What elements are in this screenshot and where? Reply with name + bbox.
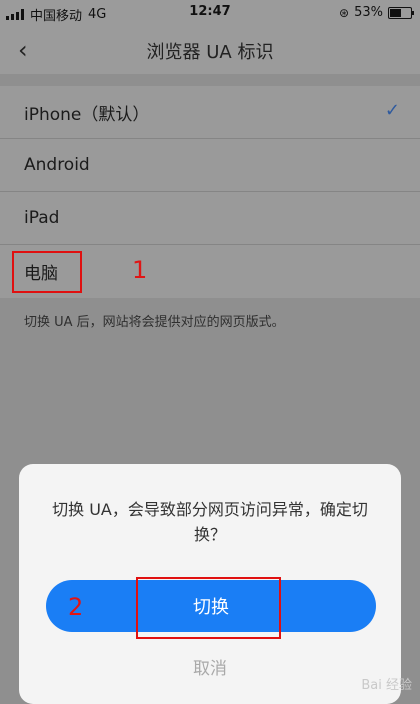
- ua-option-ipad[interactable]: iPad: [0, 192, 420, 245]
- annotation-step-2: 2: [68, 593, 84, 621]
- ua-option-label: iPhone（默认）: [24, 104, 150, 125]
- ua-option-label: iPad: [24, 208, 60, 228]
- dialog-message: 切换 UA，会导致部分网页访问异常，确定切换？: [52, 500, 368, 544]
- annotation-step-1: 1: [132, 256, 148, 284]
- battery-info: ⊛ 53%: [339, 5, 414, 20]
- navigation-bar: ‹ 浏览器 UA 标识: [0, 26, 420, 74]
- watermark-logo: Bai 经验: [361, 678, 412, 693]
- status-bar: 中国移动 4G 12:47 ⊛ 53%: [0, 0, 420, 26]
- battery-icon: [388, 6, 414, 19]
- rotation-lock-icon: ⊛: [339, 5, 350, 20]
- cancel-button[interactable]: 取消: [19, 654, 401, 679]
- battery-percent: 53%: [354, 5, 383, 20]
- ua-hint-text: 切换 UA 后，网站将会提供对应的网页版式。: [24, 315, 285, 330]
- ua-option-android[interactable]: Android: [0, 139, 420, 192]
- page-title: 浏览器 UA 标识: [146, 42, 274, 63]
- annotation-box-desktop: [12, 251, 82, 293]
- checkmark-icon: ✓: [384, 100, 400, 121]
- ua-option-label: Android: [24, 155, 90, 175]
- battery-fill: [390, 8, 401, 17]
- ua-option-iphone[interactable]: iPhone（默认） ✓: [0, 86, 420, 139]
- annotation-box-confirm: [136, 577, 281, 639]
